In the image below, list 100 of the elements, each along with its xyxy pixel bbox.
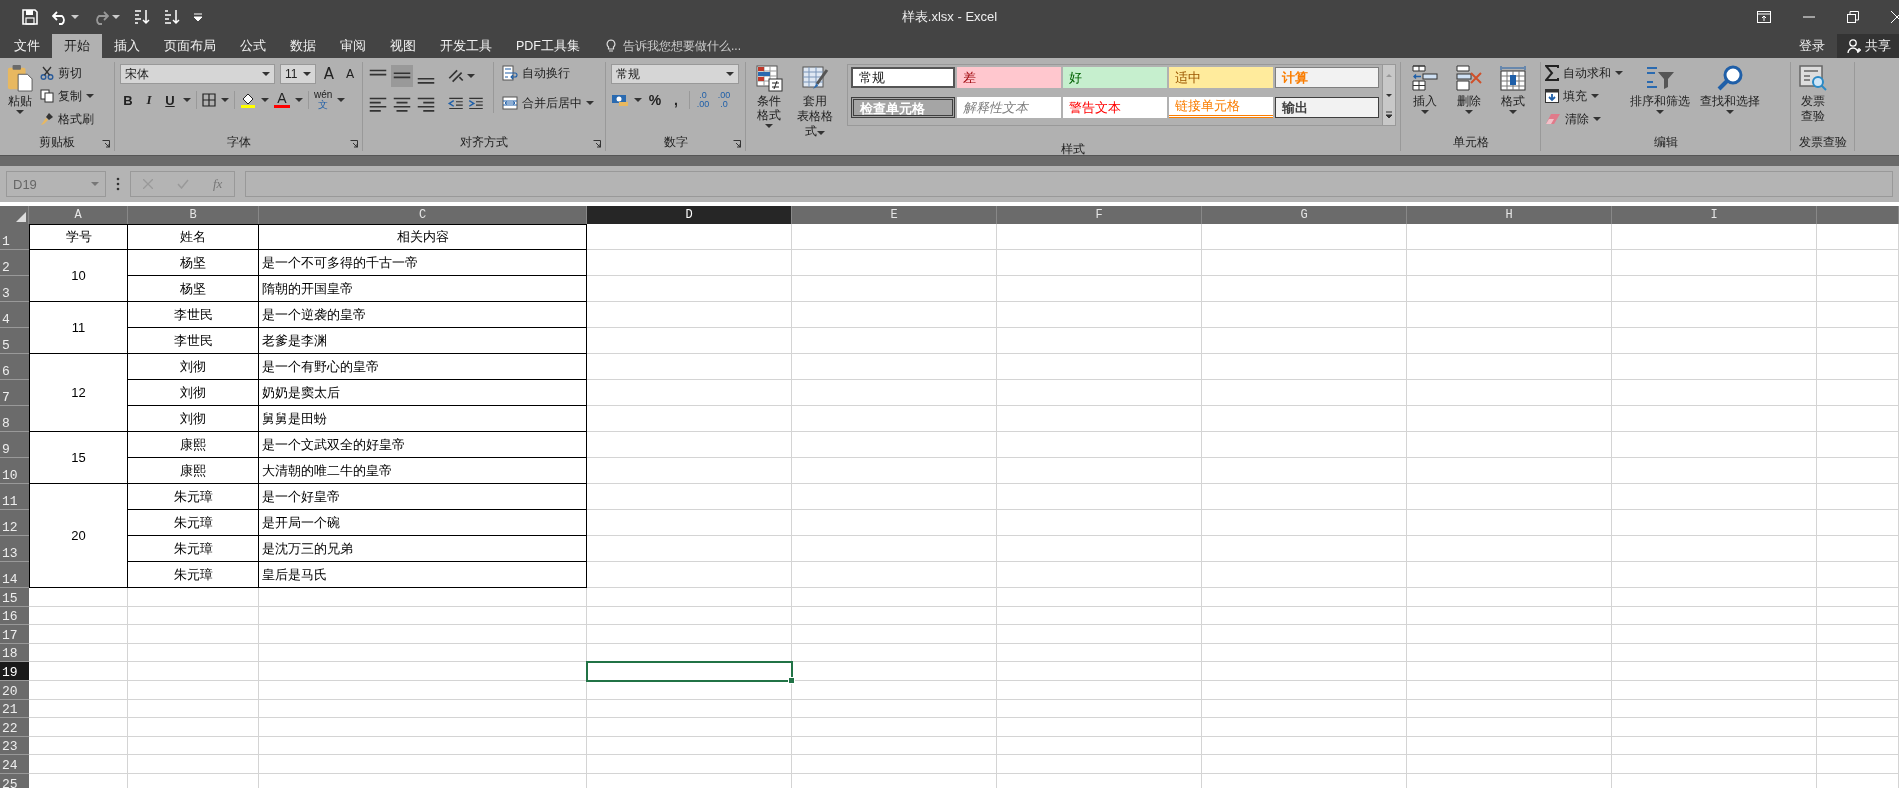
font-color-button[interactable]: A bbox=[274, 90, 290, 110]
dialog-launcher-icon[interactable] bbox=[733, 140, 741, 148]
row-header[interactable]: 9 bbox=[0, 432, 29, 458]
font-size-field[interactable]: 11 bbox=[280, 64, 316, 84]
ribbon-tab[interactable]: 开始 bbox=[52, 34, 102, 58]
check-icon[interactable] bbox=[177, 179, 189, 189]
percent-button[interactable]: % bbox=[647, 90, 663, 110]
ribbon-tab[interactable]: 数据 bbox=[278, 34, 328, 58]
row-header[interactable]: 10 bbox=[0, 458, 29, 484]
cut-button[interactable]: 剪切 bbox=[40, 63, 94, 83]
row-header[interactable]: 12 bbox=[0, 510, 29, 536]
cell-style-swatch[interactable]: 好 bbox=[1063, 67, 1167, 88]
cell-style-swatch[interactable]: 输出 bbox=[1275, 97, 1379, 118]
ribbon-tab[interactable]: PDF工具集 bbox=[504, 34, 592, 58]
clear-button[interactable]: 清除 bbox=[1545, 109, 1623, 129]
column-header[interactable]: D bbox=[587, 206, 792, 224]
ribbon-tab[interactable]: 公式 bbox=[228, 34, 278, 58]
find-select-button[interactable]: 查找和选择 bbox=[1697, 62, 1763, 116]
ribbon-tab[interactable]: 页面布局 bbox=[152, 34, 228, 58]
copy-button[interactable]: 复制 bbox=[40, 86, 94, 106]
insert-button[interactable]: 插入 bbox=[1405, 62, 1445, 116]
text-orientation-icon[interactable] bbox=[447, 67, 465, 85]
borders-icon[interactable] bbox=[202, 93, 216, 107]
cell-style-swatch[interactable]: 差 bbox=[957, 67, 1061, 88]
row-header[interactable]: 6 bbox=[0, 354, 29, 380]
undo-icon[interactable] bbox=[52, 9, 68, 25]
conditional-formatting-button[interactable]: 条件格式 bbox=[750, 62, 789, 130]
row-header[interactable]: 1 bbox=[0, 224, 29, 250]
column-header[interactable]: A bbox=[29, 206, 128, 224]
fill-color-icon[interactable] bbox=[240, 92, 256, 108]
row-header[interactable]: 19 bbox=[0, 662, 29, 681]
italic-button[interactable]: I bbox=[141, 90, 157, 110]
merge-center-button[interactable]: 合并后居中 bbox=[502, 93, 594, 113]
customize-icon[interactable] bbox=[194, 13, 202, 21]
paste-button[interactable]: 粘贴 bbox=[4, 62, 36, 116]
tell-me-field[interactable]: 告诉我您想要做什么... bbox=[606, 34, 765, 58]
sort-icon[interactable] bbox=[164, 9, 180, 25]
number-format-field[interactable]: 常规 bbox=[611, 64, 739, 84]
caret-icon bbox=[86, 94, 94, 98]
column-header[interactable]: C bbox=[259, 206, 587, 224]
share-button[interactable]: 共享 bbox=[1837, 34, 1899, 58]
row-header[interactable]: 22 bbox=[0, 718, 29, 737]
format-button[interactable]: 格式 bbox=[1493, 62, 1533, 116]
restore-icon[interactable] bbox=[1847, 11, 1859, 23]
autosum-button[interactable]: 自动求和 bbox=[1545, 63, 1623, 83]
row-header[interactable]: 8 bbox=[0, 406, 29, 432]
wrap-text-button[interactable]: 自动换行 bbox=[502, 63, 594, 83]
formula-field[interactable] bbox=[245, 171, 1893, 197]
row-header[interactable]: 11 bbox=[0, 484, 29, 510]
row-header[interactable]: 2 bbox=[0, 250, 29, 276]
vertical-align-icon[interactable] bbox=[391, 65, 413, 87]
row-header[interactable]: 17 bbox=[0, 625, 29, 644]
ribbon-tab[interactable]: 审阅 bbox=[328, 34, 378, 58]
dialog-launcher-icon[interactable] bbox=[102, 140, 110, 148]
cell-style-swatch[interactable]: 适中 bbox=[1169, 67, 1273, 88]
shrink-font-button[interactable]: A bbox=[342, 64, 358, 84]
font-name-field[interactable]: 宋体 bbox=[120, 64, 275, 84]
ribbon-tab[interactable]: 文件 bbox=[0, 34, 52, 58]
delete-button[interactable]: 删除 bbox=[1449, 62, 1489, 116]
format-painter-button[interactable]: 格式刷 bbox=[40, 109, 94, 129]
sort-icon[interactable] bbox=[134, 9, 150, 25]
grow-font-button[interactable]: A bbox=[321, 64, 337, 84]
ribbon-tab[interactable]: 开发工具 bbox=[428, 34, 504, 58]
sign-in-button[interactable]: 登录 bbox=[1787, 34, 1837, 58]
column-header[interactable]: B bbox=[128, 206, 259, 224]
column-header[interactable]: E bbox=[792, 206, 997, 224]
row-header[interactable]: 5 bbox=[0, 328, 29, 354]
column-header[interactable]: H bbox=[1407, 206, 1612, 224]
row-header[interactable]: 15 bbox=[0, 588, 29, 607]
sort-filter-button[interactable]: 排序和筛选 bbox=[1627, 62, 1693, 116]
dialog-launcher-icon[interactable] bbox=[593, 140, 601, 148]
column-header[interactable]: F bbox=[997, 206, 1202, 224]
underline-button[interactable]: U bbox=[162, 90, 178, 110]
cell-style-swatch[interactable]: 解释性文本 bbox=[957, 97, 1061, 118]
row-header[interactable]: 7 bbox=[0, 380, 29, 406]
ribbon-display-icon[interactable] bbox=[1757, 11, 1771, 23]
format-as-table-button[interactable]: 套用 表格格式 bbox=[792, 62, 837, 141]
ribbon-tab[interactable]: 视图 bbox=[378, 34, 428, 58]
save-icon[interactable] bbox=[22, 9, 38, 25]
row-header[interactable]: 3 bbox=[0, 276, 29, 302]
bold-button[interactable]: B bbox=[120, 90, 136, 110]
row-header[interactable]: 24 bbox=[0, 755, 29, 774]
row-header[interactable]: 4 bbox=[0, 302, 29, 328]
invoice-check-button[interactable]: 发票 查验 bbox=[1795, 62, 1831, 126]
phonetic-button[interactable]: wén 文 bbox=[314, 90, 333, 110]
currency-icon[interactable] bbox=[611, 93, 629, 107]
more-options-icon[interactable] bbox=[116, 177, 120, 191]
lightbulb-icon bbox=[606, 39, 616, 53]
comma-button[interactable]: , bbox=[668, 90, 684, 110]
row-header[interactable]: 13 bbox=[0, 536, 29, 562]
column-header[interactable]: I bbox=[1612, 206, 1817, 224]
select-all-button[interactable] bbox=[0, 206, 29, 224]
cell-style-swatch[interactable]: 常规 bbox=[851, 67, 955, 88]
dialog-launcher-icon[interactable] bbox=[350, 140, 358, 148]
column-header[interactable]: G bbox=[1202, 206, 1407, 224]
cell-style-swatch[interactable]: 警告文本 bbox=[1063, 97, 1167, 118]
fill-button[interactable]: 填充 bbox=[1545, 86, 1623, 106]
ribbon-tab[interactable]: 插入 bbox=[102, 34, 152, 58]
table-cell: 康熙 bbox=[128, 458, 259, 484]
row-header[interactable]: 14 bbox=[0, 562, 29, 588]
